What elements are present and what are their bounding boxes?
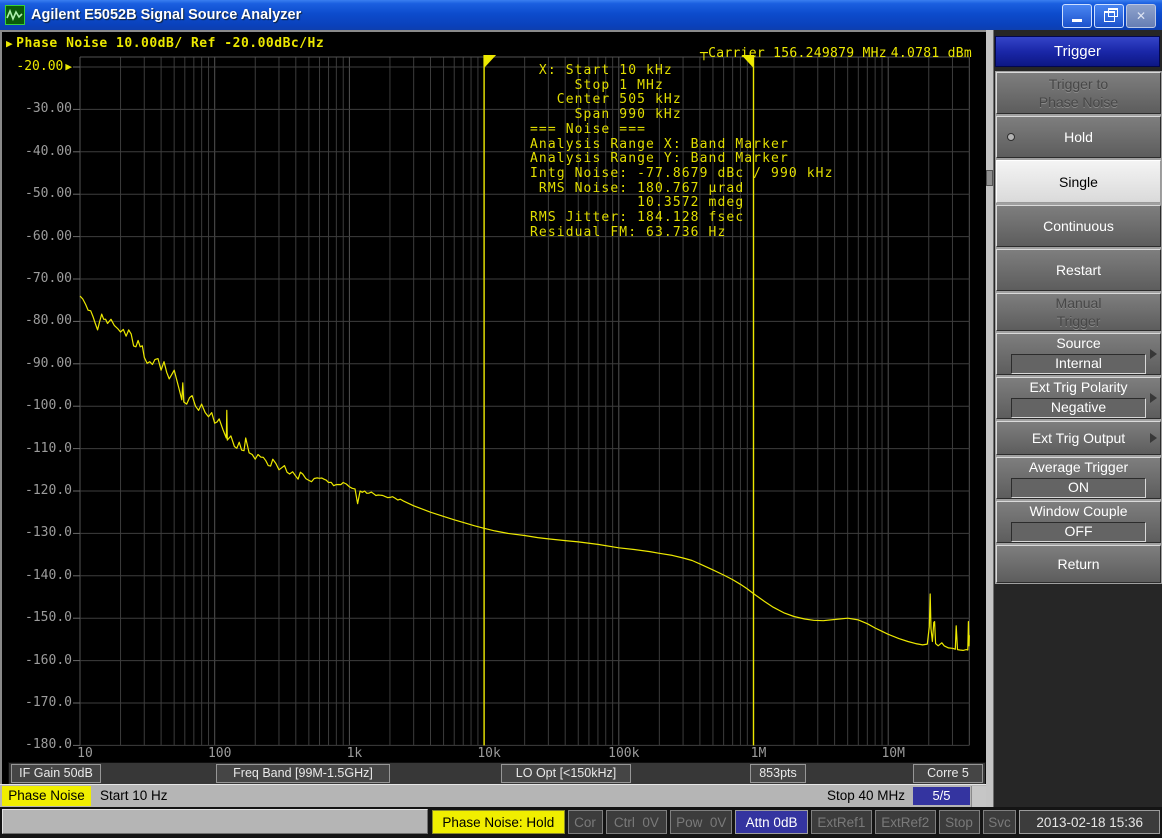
menu-title: Trigger: [995, 36, 1160, 67]
noise-analysis-readout: X: Start 10 kHz Stop 1 MHz Center 505 kH…: [530, 64, 834, 240]
softkey-continuous[interactable]: Continuous: [996, 205, 1161, 247]
measurement-screen: ▶Phase Noise 10.00dB/ Ref -20.00dBc/Hz ┬…: [0, 30, 986, 760]
ext-ref2-badge: ExtRef2: [875, 810, 936, 834]
softkey-single[interactable]: Single: [996, 160, 1161, 203]
status-row-spacer: [971, 786, 987, 807]
average-trigger-value: ON: [1011, 478, 1147, 498]
y-axis-label: -90.00: [6, 356, 72, 371]
y-axis-label: -40.00: [6, 144, 72, 159]
correlation-indicator: Corre 5: [913, 764, 983, 783]
softkey-return[interactable]: Return: [996, 545, 1161, 583]
x-axis-label: 100k: [594, 746, 654, 761]
close-button[interactable]: ✕: [1126, 4, 1156, 28]
lo-opt-indicator: LO Opt [<150kHz]: [501, 764, 631, 783]
if-gain-indicator: IF Gain 50dB: [11, 764, 101, 783]
trace-status-bar: Phase Noise Start 10 Hz Stop 40 MHz 5/5: [0, 784, 987, 808]
ref-level-marker-icon: ▶: [65, 60, 72, 73]
y-axis-label: -20.00▶: [6, 59, 72, 74]
datetime-readout: 2013-02-18 15:36: [1019, 810, 1160, 834]
ext-trig-polarity-value: Negative: [1011, 398, 1147, 418]
trace-title: ▶Phase Noise 10.00dB/ Ref -20.00dBc/Hz: [6, 36, 324, 51]
window-title: Agilent E5052B Signal Source Analyzer: [31, 7, 301, 23]
y-axis-label: -130.0: [6, 525, 72, 540]
softkey-source[interactable]: Source Internal: [996, 333, 1161, 375]
y-axis-label: -120.0: [6, 483, 72, 498]
softkey-average-trigger[interactable]: Average Trigger ON: [996, 457, 1161, 499]
y-axis-label: -50.00: [6, 186, 72, 201]
submenu-arrow-icon: [1150, 393, 1157, 403]
softkey-trigger-to-phase-noise: Trigger toPhase Noise: [996, 72, 1161, 114]
restore-button[interactable]: [1094, 4, 1124, 28]
softkey-menu: Trigger Trigger toPhase Noise Hold Singl…: [986, 30, 1162, 807]
softkey-restart[interactable]: Restart: [996, 249, 1161, 291]
x-axis-label: 10: [55, 746, 115, 761]
sweep-stop-readout: Stop 40 MHz: [827, 788, 905, 803]
control-voltage-badge: Ctrl 0V: [606, 810, 668, 834]
hold-state-led: [1007, 133, 1015, 141]
y-axis-label: -170.0: [6, 695, 72, 710]
softkey-ext-trig-output[interactable]: Ext Trig Output: [996, 421, 1161, 455]
y-axis-label: -160.0: [6, 653, 72, 668]
service-badge: Svc: [983, 810, 1017, 834]
measurement-state-badge: Phase Noise: Hold: [432, 810, 565, 834]
y-axis-label: -30.00: [6, 101, 72, 116]
window-couple-value: OFF: [1011, 522, 1147, 542]
minimize-button[interactable]: [1062, 4, 1092, 28]
ext-ref1-badge: ExtRef1: [811, 810, 872, 834]
x-axis-label: 1k: [324, 746, 384, 761]
attenuator-badge: Attn 0dB: [735, 810, 808, 834]
sweep-start-readout: Start 10 Hz: [100, 788, 168, 803]
softkey-hold[interactable]: Hold: [996, 116, 1161, 158]
screen-top-edge: [0, 30, 986, 32]
stop-badge: Stop: [939, 810, 980, 834]
y-axis-label: -100.0: [6, 398, 72, 413]
y-axis-label: -80.00: [6, 313, 72, 328]
correction-badge: Cor: [568, 810, 603, 834]
submenu-arrow-icon: [1150, 349, 1157, 359]
measurement-info-bar: IF Gain 50dB Freq Band [99M-1.5GHz] LO O…: [8, 762, 986, 785]
phase-noise-plot[interactable]: [0, 30, 986, 760]
points-indicator: 853pts: [750, 764, 806, 783]
y-axis-label: -70.00: [6, 271, 72, 286]
submenu-arrow-icon: [1150, 433, 1157, 443]
page-indicator: 5/5: [913, 787, 970, 805]
app-icon: [5, 5, 25, 25]
title-bar: Agilent E5052B Signal Source Analyzer ✕: [0, 0, 1162, 31]
active-trace-chip[interactable]: Phase Noise: [2, 786, 91, 806]
trace-marker-icon: ▶: [6, 37, 13, 50]
power-voltage-badge: Pow 0V: [670, 810, 732, 834]
x-axis-label: 10k: [459, 746, 519, 761]
y-axis-label: -60.00: [6, 229, 72, 244]
x-axis-label: 100: [190, 746, 250, 761]
instrument-status-bar: Phase Noise: Hold Cor Ctrl 0V Pow 0V Att…: [0, 807, 1162, 838]
screen-left-edge: [0, 30, 2, 807]
y-axis-label: -150.0: [6, 610, 72, 625]
softkey-manual-trigger: ManualTrigger: [996, 293, 1161, 331]
carrier-power-readout: 4.0781 dBm: [891, 46, 972, 61]
softkey-ext-trig-polarity[interactable]: Ext Trig Polarity Negative: [996, 377, 1161, 419]
freq-band-indicator: Freq Band [99M-1.5GHz]: [216, 764, 390, 783]
menu-scrollbar-handle[interactable]: [986, 170, 993, 186]
y-axis-label: -140.0: [6, 568, 72, 583]
y-axis-label: -110.0: [6, 441, 72, 456]
source-value: Internal: [1011, 354, 1147, 374]
x-axis-label: 1M: [729, 746, 789, 761]
status-message-area: [2, 809, 428, 834]
app-window: Agilent E5052B Signal Source Analyzer ✕ …: [0, 0, 1162, 838]
menu-scrollbar[interactable]: [986, 30, 994, 807]
carrier-frequency-readout: ┬Carrier 156.249879 MHz: [700, 46, 887, 61]
softkey-window-couple[interactable]: Window Couple OFF: [996, 501, 1161, 543]
x-axis-label: 10M: [863, 746, 923, 761]
